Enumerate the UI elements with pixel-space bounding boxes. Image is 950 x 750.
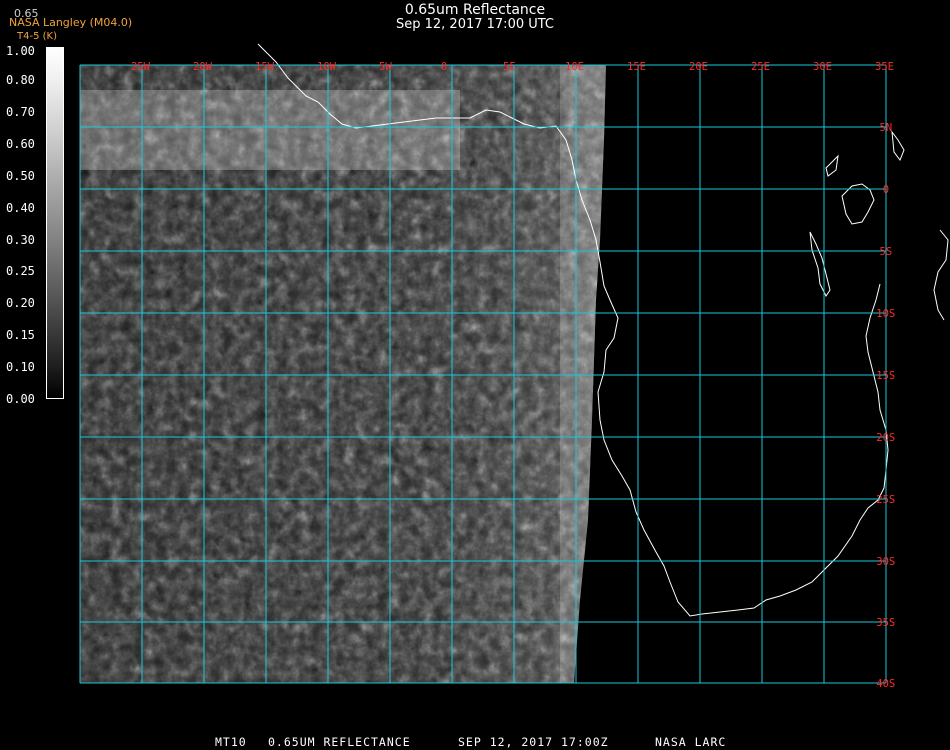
lon-label: 10W: [317, 61, 337, 73]
coastline-segment: [825, 154, 839, 177]
lon-label: 20W: [193, 61, 213, 73]
coastline-segment: [841, 183, 875, 225]
cloud-imagery: [80, 65, 606, 683]
lon-label: 30E: [813, 61, 832, 73]
footer-date: SEP 12, 2017 17:00Z: [458, 735, 609, 749]
lat-label: 35S: [876, 617, 895, 629]
lat-label: 20S: [876, 432, 895, 444]
lat-label: 10S: [876, 308, 895, 320]
lon-label: 5E: [503, 61, 516, 73]
lon-label: 35E: [875, 61, 894, 73]
footer-product: MT10: [215, 735, 247, 749]
lon-label: 5W: [379, 61, 392, 73]
lat-label: 0: [883, 184, 889, 196]
lat-label: 40S: [876, 678, 895, 690]
coastline-segment: [809, 231, 831, 297]
lon-label: 0: [441, 61, 447, 73]
lat-label: 15S: [876, 370, 895, 382]
lon-label: 25W: [131, 61, 151, 73]
lon-label: 20E: [689, 61, 708, 73]
satellite-map: 25W 20W 15W 10W 5W 0 5E 10E 15E 20E 25E 30E 35E 5N 0 5…: [79, 43, 949, 690]
lon-label: 25E: [751, 61, 770, 73]
footer-name: 0.65UM REFLECTANCE: [268, 735, 411, 749]
lat-label: 5S: [880, 246, 893, 258]
lon-label: 10E: [565, 61, 584, 73]
coastline-segment: [933, 229, 949, 321]
lat-label: 5N: [880, 122, 893, 134]
lon-label: 15E: [627, 61, 646, 73]
lat-label: 25S: [876, 494, 895, 506]
coastline-segment: [891, 130, 905, 162]
lon-label: 15W: [255, 61, 275, 73]
footer-org: NASA LARC: [655, 735, 727, 749]
lat-label: 30S: [876, 556, 895, 568]
